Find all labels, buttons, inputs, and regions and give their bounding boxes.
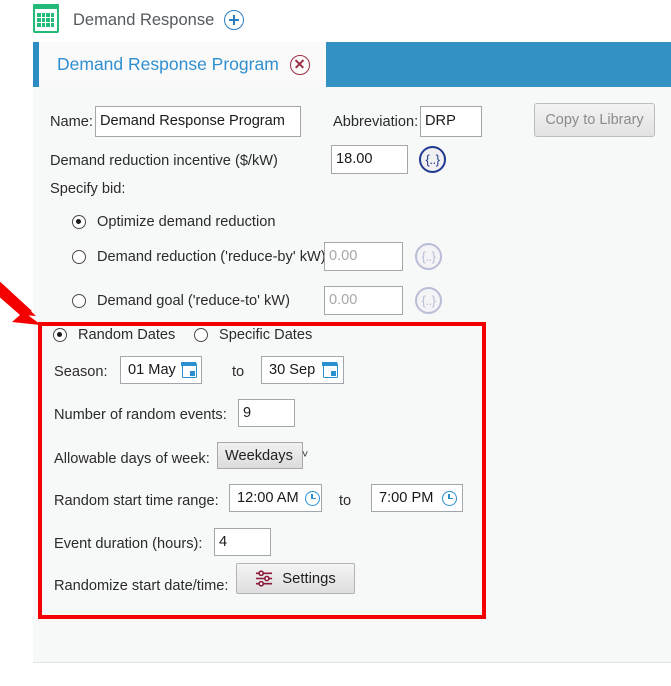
abbreviation-label: Abbreviation: [333, 114, 419, 130]
clock-icon[interactable] [442, 490, 457, 506]
dates-mode-random[interactable]: Random Dates [53, 327, 175, 343]
radio-demand-reduction[interactable] [72, 250, 86, 264]
abbreviation-input[interactable]: DRP [420, 106, 482, 137]
demand-goal-input[interactable]: 0.00 [324, 286, 403, 315]
calendar-icon[interactable] [181, 361, 197, 378]
season-to-date-value: 30 Sep [269, 362, 316, 378]
chevron-down-icon: ˅ [301, 449, 309, 461]
specify-bid-label: Specify bid: [50, 181, 126, 197]
radio-optimize-demand-reduction[interactable] [72, 215, 86, 229]
start-time-label: Random start time range: [54, 493, 219, 509]
duration-label: Event duration (hours): [54, 536, 203, 552]
randomize-settings-button[interactable]: Settings [236, 563, 355, 594]
name-input[interactable]: Demand Response Program [95, 106, 301, 137]
copy-to-library-button[interactable]: Copy to Library [534, 103, 655, 137]
bid-option-label: Optimize demand reduction [97, 214, 276, 230]
radio-demand-goal[interactable] [72, 294, 86, 308]
demand-reduction-expression-button[interactable]: {..} [415, 243, 442, 270]
days-of-week-value: Weekdays [225, 447, 293, 464]
clock-icon[interactable] [304, 490, 320, 506]
dates-mode-label: Random Dates [78, 327, 176, 343]
season-from-date-value: 01 May [128, 362, 176, 378]
tab-demand-response-program[interactable]: Demand Response Program [33, 42, 326, 87]
form-panel: Name: Demand Response Program Abbreviati… [33, 87, 671, 663]
bid-option-demand-goal[interactable]: Demand goal ('reduce-to' kW) [72, 293, 290, 309]
add-demand-response-button[interactable] [224, 10, 245, 30]
season-to-label: to [232, 364, 245, 380]
demand-reduction-input[interactable]: 0.00 [324, 242, 403, 271]
radio-random-dates[interactable] [53, 328, 67, 342]
days-of-week-select[interactable]: Weekdays ˅ [217, 442, 308, 469]
calendar-icon [33, 4, 59, 33]
tab-bar: Demand Response Program [33, 42, 671, 87]
settings-button-label: Settings [282, 570, 336, 587]
tab-label: Demand Response Program [57, 54, 279, 74]
start-time-from-value: 12:00 AM [237, 490, 299, 506]
page-title: Demand Response [73, 10, 215, 29]
start-time-to-field[interactable]: 7:00 PM [371, 484, 463, 512]
bid-option-optimize[interactable]: Optimize demand reduction [72, 214, 275, 230]
num-events-label: Number of random events: [54, 407, 227, 423]
name-label: Name: [50, 114, 93, 130]
bid-option-label: Demand goal ('reduce-to' kW) [97, 293, 290, 309]
incentive-label: Demand reduction incentive ($/kW) [50, 153, 278, 169]
demand-goal-expression-button[interactable]: {..} [415, 287, 442, 314]
application-window: Demand Response Demand Response Program … [0, 0, 671, 686]
start-time-to-label: to [339, 493, 352, 509]
num-events-input[interactable]: 9 [238, 399, 295, 427]
calendar-icon[interactable] [322, 361, 338, 378]
incentive-input[interactable]: 18.00 [331, 145, 408, 174]
annotation-arrow-icon [0, 281, 40, 325]
dates-mode-specific[interactable]: Specific Dates [194, 327, 312, 343]
dates-mode-label: Specific Dates [219, 327, 313, 343]
start-time-to-value: 7:00 PM [379, 490, 434, 506]
incentive-expression-button[interactable]: {..} [419, 146, 446, 173]
season-from-date-field[interactable]: 01 May [120, 356, 202, 384]
bid-option-demand-reduction[interactable]: Demand reduction ('reduce-by' kW) [72, 249, 326, 265]
close-circle-icon[interactable] [289, 54, 310, 75]
season-label: Season: [54, 364, 108, 380]
sliders-icon [256, 570, 273, 587]
days-of-week-label: Allowable days of week: [54, 451, 210, 467]
bid-option-label: Demand reduction ('reduce-by' kW) [97, 249, 326, 265]
duration-input[interactable]: 4 [214, 528, 271, 556]
radio-specific-dates[interactable] [194, 328, 208, 342]
season-to-date-field[interactable]: 30 Sep [261, 356, 344, 384]
page-header: Demand Response [0, 0, 671, 40]
start-time-from-field[interactable]: 12:00 AM [229, 484, 322, 512]
randomize-label: Randomize start date/time: [54, 578, 229, 594]
